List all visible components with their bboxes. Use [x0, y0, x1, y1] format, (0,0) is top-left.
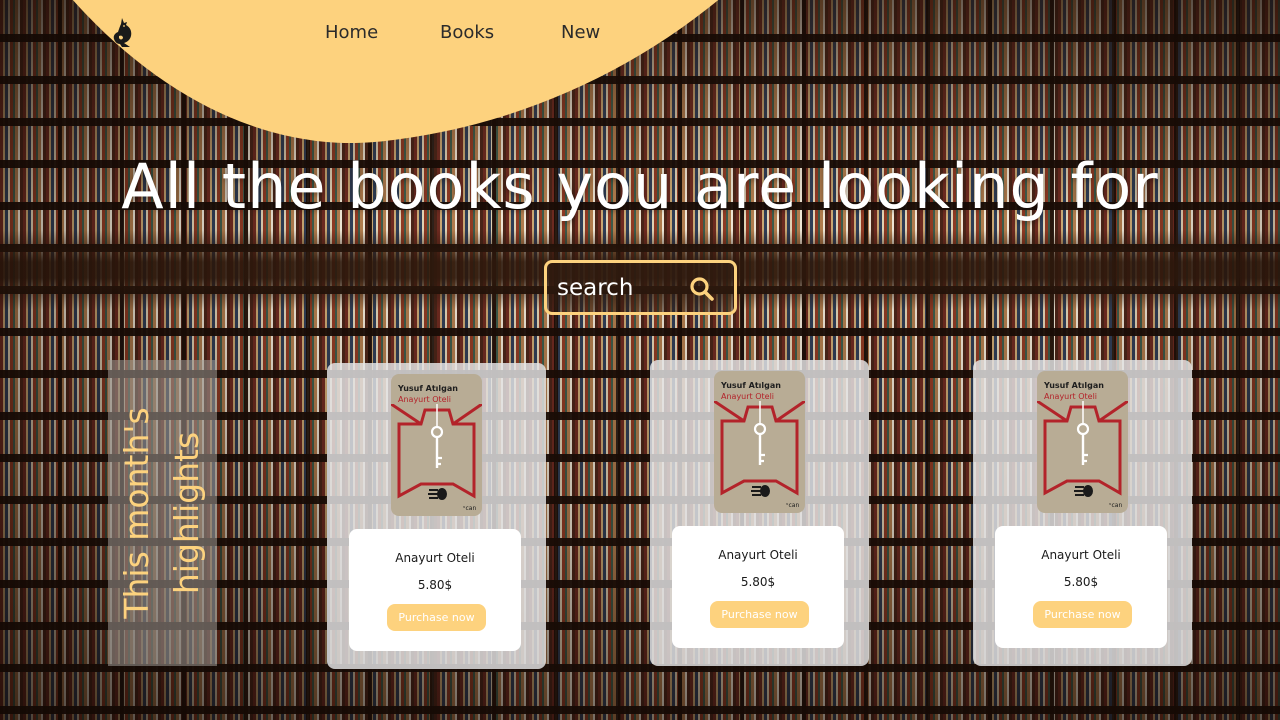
cover-key-illustration: ᵛcan	[391, 404, 482, 512]
highlights-panel: This month's highlights	[108, 360, 217, 666]
svg-text:ᵛcan: ᵛcan	[786, 502, 799, 509]
book-card: Yusuf Atılgan Anayurt Oteli ᵛcan Anayurt…	[327, 363, 546, 669]
book-cover[interactable]: Yusuf Atılgan Anayurt Oteli ᵛcan	[714, 371, 805, 513]
search-input[interactable]	[557, 271, 685, 305]
svg-text:ᵛcan: ᵛcan	[1109, 502, 1122, 509]
book-card: Yusuf Atılgan Anayurt Oteli ᵛcan Anayurt…	[650, 360, 869, 666]
kangaroo-logo-icon[interactable]	[108, 16, 138, 50]
book-info: Anayurt Oteli 5.80$ Purchase now	[995, 526, 1167, 648]
cover-author: Yusuf Atılgan	[1044, 381, 1104, 390]
nav-books-link[interactable]: Books	[440, 22, 494, 43]
purchase-button[interactable]: Purchase now	[1033, 601, 1132, 628]
search-icon[interactable]	[688, 275, 716, 303]
book-name: Anayurt Oteli	[1041, 548, 1121, 562]
purchase-button[interactable]: Purchase now	[387, 604, 486, 631]
book-name: Anayurt Oteli	[718, 548, 798, 562]
book-info: Anayurt Oteli 5.80$ Purchase now	[672, 526, 844, 648]
cover-key-illustration: ᵛcan	[1037, 401, 1128, 509]
book-cover[interactable]: Yusuf Atılgan Anayurt Oteli ᵛcan	[391, 374, 482, 516]
nav-new-link[interactable]: New	[561, 22, 600, 43]
cover-author: Yusuf Atılgan	[721, 381, 781, 390]
nav-home-link[interactable]: Home	[325, 22, 378, 43]
purchase-button[interactable]: Purchase now	[710, 601, 809, 628]
svg-text:ᵛcan: ᵛcan	[463, 505, 476, 512]
cover-author: Yusuf Atılgan	[398, 384, 458, 393]
book-price: 5.80$	[740, 575, 776, 589]
search-box	[544, 260, 737, 315]
book-price: 5.80$	[417, 578, 453, 592]
highlights-title: This month's highlights	[117, 407, 206, 619]
book-card: Yusuf Atılgan Anayurt Oteli ᵛcan Anayurt…	[973, 360, 1192, 666]
book-price: 5.80$	[1063, 575, 1099, 589]
cover-key-illustration: ᵛcan	[714, 401, 805, 509]
cover-title: Anayurt Oteli	[1044, 392, 1098, 401]
book-cover[interactable]: Yusuf Atılgan Anayurt Oteli ᵛcan	[1037, 371, 1128, 513]
book-info: Anayurt Oteli 5.80$ Purchase now	[349, 529, 521, 651]
cover-title: Anayurt Oteli	[398, 395, 452, 404]
book-name: Anayurt Oteli	[395, 551, 475, 565]
cover-title: Anayurt Oteli	[721, 392, 775, 401]
hero-title: All the books you are looking for	[121, 150, 1159, 223]
